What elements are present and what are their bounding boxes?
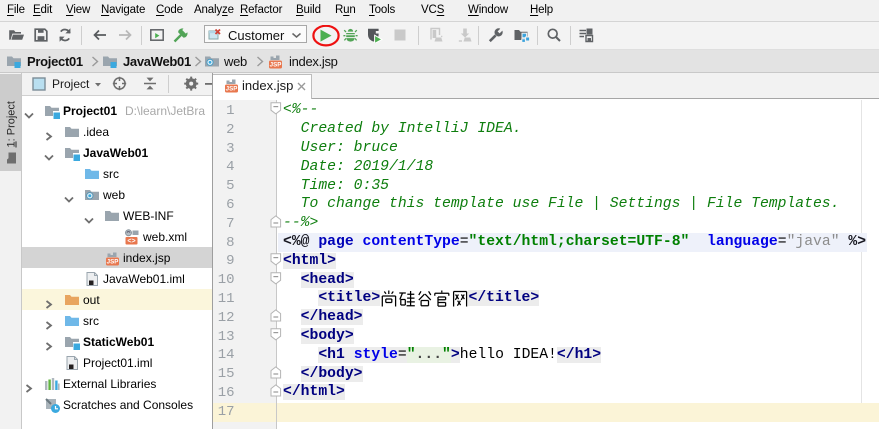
svg-text:JSP: JSP <box>270 62 282 69</box>
svg-text:JSP: JSP <box>107 259 119 266</box>
svg-text:<>: <> <box>127 238 135 245</box>
svg-text:JSP: JSP <box>226 86 238 93</box>
